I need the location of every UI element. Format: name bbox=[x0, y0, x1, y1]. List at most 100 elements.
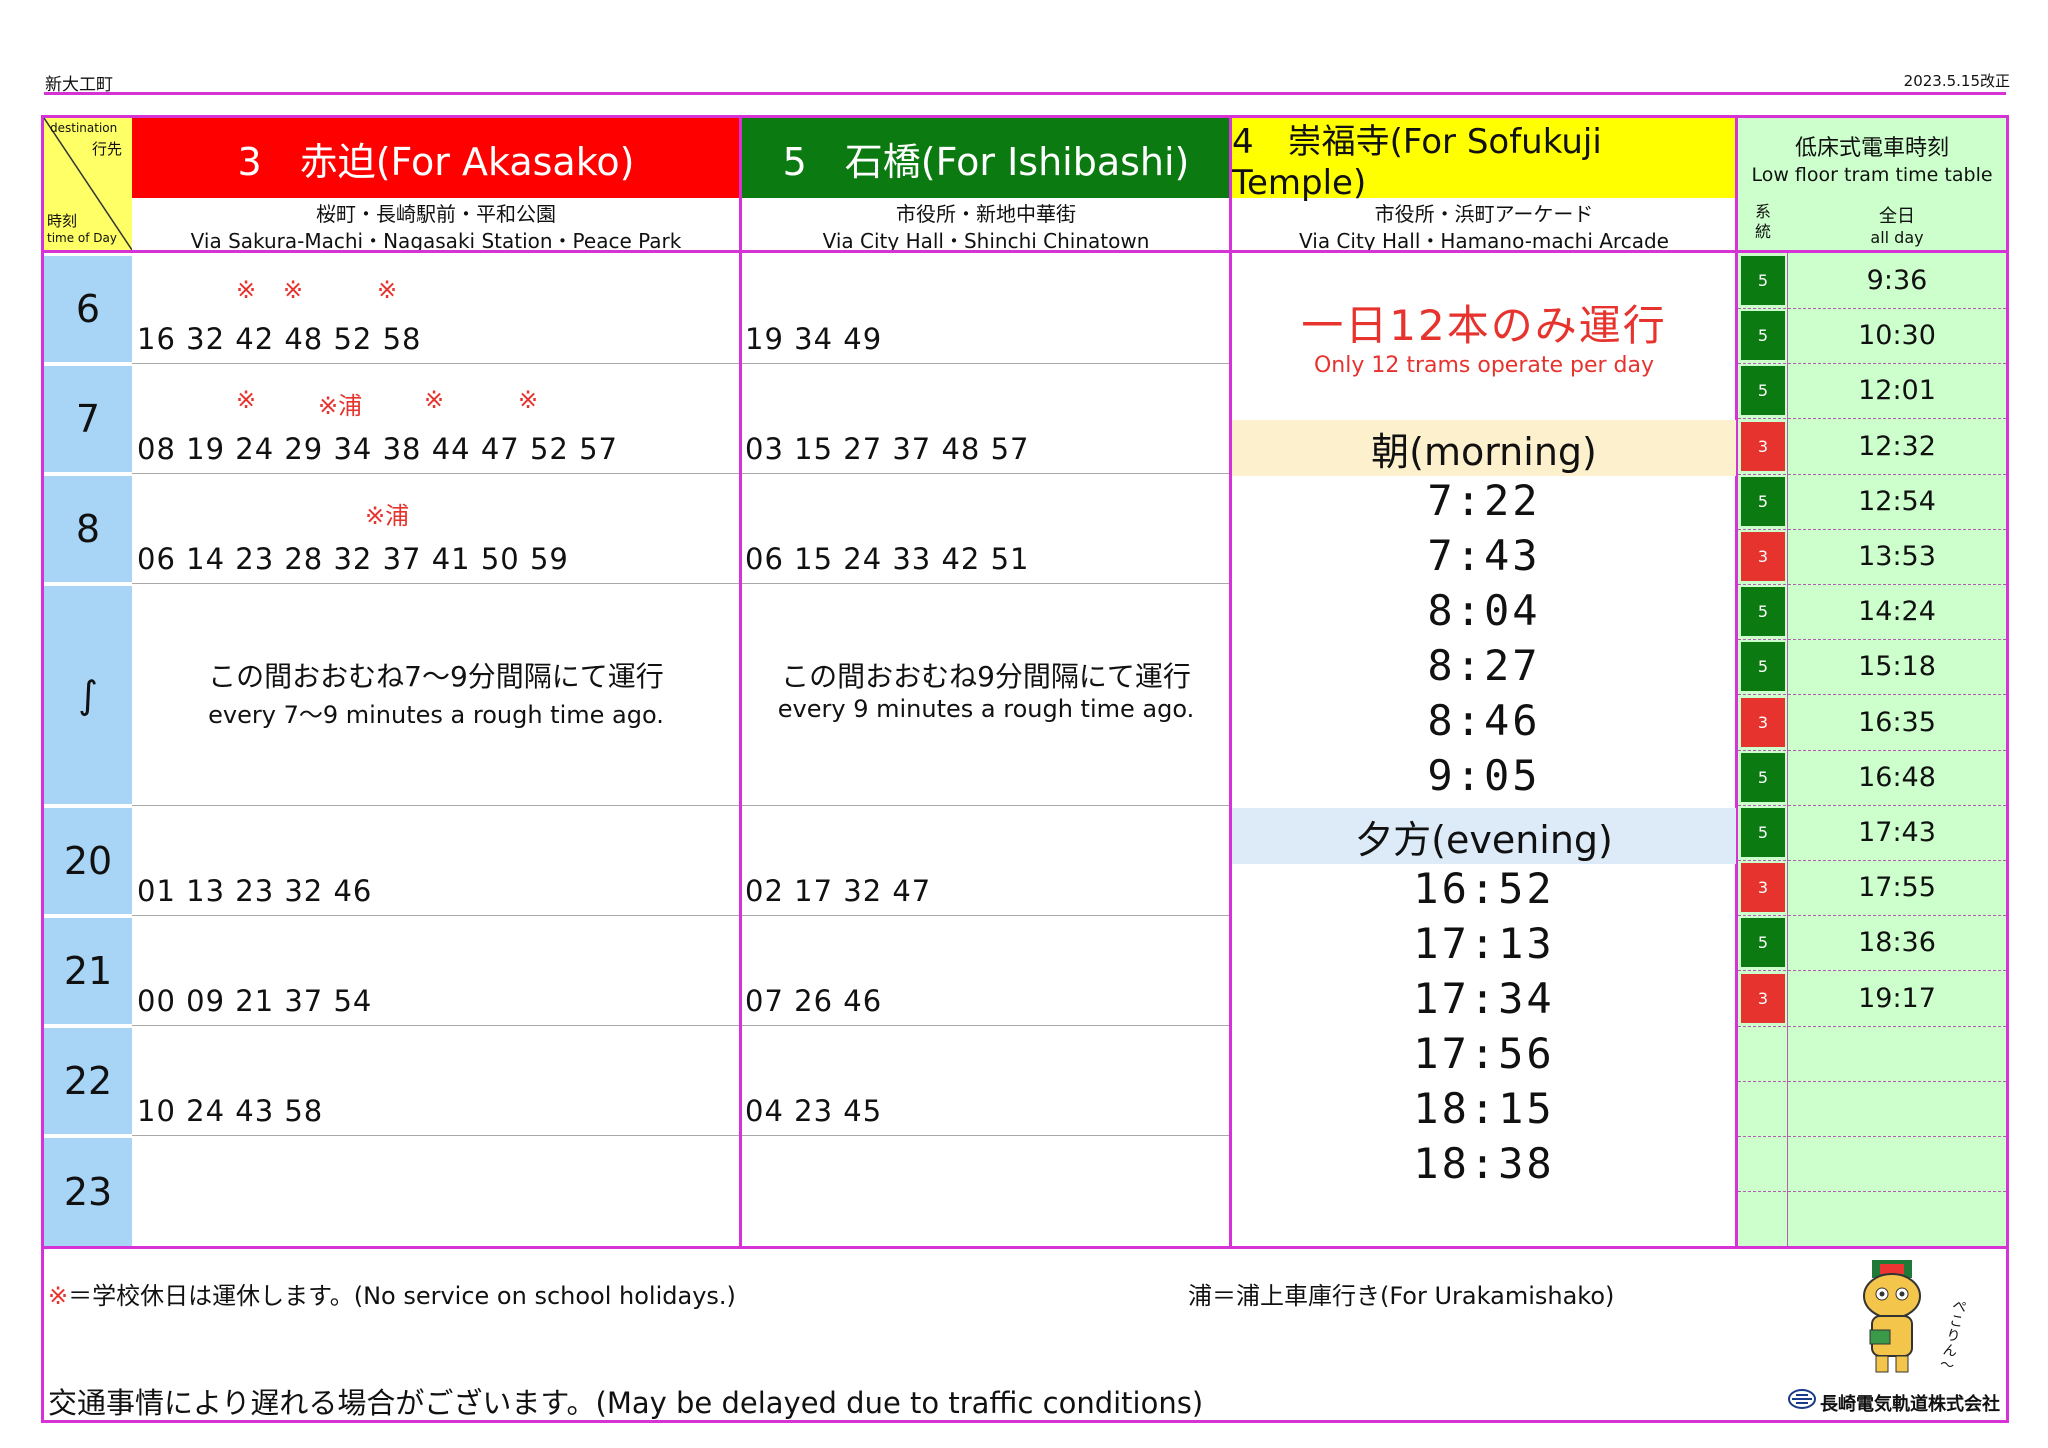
low-floor-route-col: 系統 bbox=[1738, 198, 1788, 250]
route-badge: 5 bbox=[1741, 256, 1785, 305]
route3-interval-jp: この間おおむね7～9分間隔にて運行 bbox=[208, 660, 664, 693]
morning-time: 7:22 bbox=[1427, 476, 1541, 525]
low-floor-time: 14:24 bbox=[1858, 596, 1936, 628]
route3-interval-en: every 7～9 minutes a rough time ago. bbox=[208, 701, 664, 729]
low-floor-row: 5 10:30 bbox=[1738, 308, 2006, 365]
route-badge: 5 bbox=[1741, 311, 1785, 361]
low-floor-time: 18:36 bbox=[1858, 927, 1936, 959]
revision-date: 2023.5.15改正 bbox=[1903, 72, 2010, 90]
morning-time: 7:43 bbox=[1427, 531, 1541, 580]
route-badge: 3 bbox=[1741, 421, 1785, 471]
route5-mins-22: 04 23 45 bbox=[745, 1094, 883, 1128]
evening-time: 17:13 bbox=[1413, 919, 1555, 968]
route-badge: 5 bbox=[1741, 918, 1785, 968]
low-floor-time: 13:53 bbox=[1858, 541, 1936, 572]
morning-time: 8:27 bbox=[1427, 641, 1541, 690]
low-floor-row bbox=[1738, 1026, 2006, 1082]
hour-interval: ∫ bbox=[44, 586, 132, 804]
evening-time: 18:38 bbox=[1413, 1139, 1555, 1188]
row-line bbox=[132, 1135, 1230, 1136]
school-holiday-text: ※＝学校休日は運休します。(No service on school holid… bbox=[48, 1282, 736, 1310]
evening-time: 17:34 bbox=[1413, 974, 1555, 1023]
route4-notice: 一日12本のみ運行 Only 12 trams operate per day bbox=[1232, 292, 1736, 378]
corner-cell: destination 行先 時刻 time of Day bbox=[44, 118, 132, 250]
ura-note: 浦＝浦上車庫行き(For Urakamishako) bbox=[1188, 1282, 1615, 1310]
route4-head: 4 崇福寺(For Sofukuji Temple) bbox=[1232, 118, 1736, 203]
morning-time: 8:46 bbox=[1427, 696, 1541, 745]
route3-mins-20: 01 13 23 32 46 bbox=[137, 874, 373, 908]
route5-mins-20: 02 17 32 47 bbox=[745, 874, 932, 908]
route-badge: 5 bbox=[1741, 752, 1785, 802]
company-logo-icon bbox=[1788, 1389, 1816, 1409]
low-floor-row: 5 14:24 bbox=[1738, 584, 2006, 641]
header-divider bbox=[44, 92, 2006, 95]
low-floor-row: 3 16:35 bbox=[1738, 695, 2006, 751]
footer-divider bbox=[44, 1246, 2006, 1249]
school-holiday-note: ※＝学校休日は運休します。(No service on school holid… bbox=[48, 1276, 736, 1311]
route5-via-jp: 市役所・新地中華街 bbox=[896, 202, 1076, 226]
route5-mins-8: 06 15 24 33 42 51 bbox=[745, 542, 1030, 576]
low-floor-time: 9:36 bbox=[1866, 265, 1928, 296]
company-name: 長崎電気軌道株式会社 bbox=[1820, 1394, 2000, 1415]
low-floor-time: 12:54 bbox=[1858, 485, 1936, 517]
route-badge: 5 bbox=[1741, 366, 1785, 416]
row-line bbox=[132, 805, 1230, 806]
low-floor-row bbox=[1738, 1136, 2006, 1193]
route5-interval-en: every 9 minutes a rough time ago. bbox=[777, 695, 1195, 723]
school-ura-mark: ※浦 bbox=[365, 502, 410, 530]
school-mark: ※ bbox=[236, 276, 257, 304]
route3-head: 3 赤迫(For Akasako) bbox=[132, 118, 740, 198]
school-mark: ※ bbox=[424, 386, 445, 414]
low-floor-row: 5 16:48 bbox=[1738, 750, 2006, 806]
route3-via-jp: 桜町・長崎駅前・平和公園 bbox=[316, 202, 556, 226]
low-floor-all-col: 全日 all day bbox=[1788, 198, 2006, 250]
route5-sub: 市役所・新地中華街 Via City Hall・Shinchi Chinatow… bbox=[742, 198, 1230, 253]
route3-sub: 桜町・長崎駅前・平和公園 Via Sakura-Machi・Nagasaki S… bbox=[132, 198, 740, 253]
head-divider bbox=[44, 250, 2006, 253]
low-floor-time: 17:43 bbox=[1858, 817, 1936, 848]
morning-band: 朝(morning) bbox=[1232, 420, 1736, 476]
mascot-icon bbox=[1863, 1260, 1921, 1373]
all-day-jp: 全日 bbox=[1879, 206, 1915, 227]
low-floor-row: 5 18:36 bbox=[1738, 915, 2006, 972]
route4-sub: 市役所・浜町アーケード Via City Hall・Hamano-machi A… bbox=[1232, 198, 1736, 253]
route-badge: 5 bbox=[1741, 587, 1785, 637]
hour-20: 20 bbox=[44, 808, 132, 914]
row-line bbox=[132, 473, 1230, 474]
all-day-en: all day bbox=[1870, 228, 1924, 247]
route5-mins-21: 07 26 46 bbox=[745, 984, 883, 1018]
school-mark: ※ bbox=[283, 276, 304, 304]
route-badge: 3 bbox=[1741, 863, 1785, 913]
low-floor-time: 12:01 bbox=[1858, 375, 1936, 407]
corner-time-jp: 時刻 bbox=[47, 212, 78, 230]
low-floor-time: 10:30 bbox=[1858, 320, 1936, 352]
hour-21: 21 bbox=[44, 918, 132, 1024]
route5-head: 5 石橋(For Ishibashi) bbox=[742, 118, 1230, 198]
hour-22: 22 bbox=[44, 1028, 132, 1134]
low-floor-row bbox=[1738, 1191, 2006, 1246]
row-line bbox=[132, 363, 1230, 364]
route-badge: 5 bbox=[1741, 642, 1785, 692]
low-floor-row: 3 19:17 bbox=[1738, 971, 2006, 1027]
route4-notice-en: Only 12 trams operate per day bbox=[1313, 353, 1655, 378]
hour-23: 23 bbox=[44, 1138, 132, 1246]
row-line bbox=[132, 915, 1230, 916]
low-floor-time: 16:35 bbox=[1858, 706, 1936, 738]
low-floor-row bbox=[1738, 1081, 2006, 1137]
low-floor-row: 5 17:43 bbox=[1738, 805, 2006, 861]
route3-mins-6: 16 32 42 48 52 58 bbox=[137, 322, 422, 356]
low-floor-time: 15:18 bbox=[1858, 651, 1936, 683]
low-floor-row: 5 9:36 bbox=[1738, 253, 2006, 309]
morning-time: 9:05 bbox=[1427, 751, 1541, 800]
low-floor-time: 17:55 bbox=[1858, 872, 1936, 904]
low-floor-row: 5 12:01 bbox=[1738, 363, 2006, 420]
corner-dest-jp: 行先 bbox=[92, 140, 123, 158]
school-mark: ※ bbox=[236, 386, 257, 414]
route-badge: 5 bbox=[1741, 476, 1785, 526]
row-line bbox=[132, 583, 1230, 584]
route5-interval-jp: この間おおむね9分間隔にて運行 bbox=[781, 660, 1191, 693]
low-floor-time: 12:32 bbox=[1858, 430, 1936, 462]
low-floor-head: 低床式電車時刻 Low floor tram time table bbox=[1738, 118, 2006, 198]
morning-time: 8:04 bbox=[1427, 586, 1541, 635]
evening-time: 16:52 bbox=[1413, 864, 1555, 913]
